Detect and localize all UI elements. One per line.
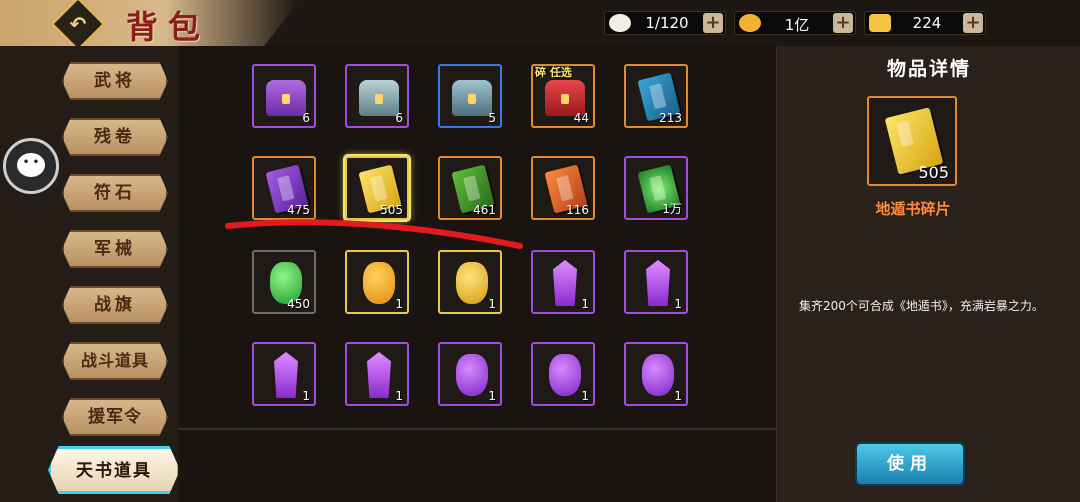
detail-item-name: 地遁书碎片 [875,200,951,218]
inventory-item[interactable]: 505 [345,156,409,220]
detail-title: 物品详情 [886,58,971,80]
item-count: 6 [302,111,310,125]
sidebar-item-celestial-items[interactable]: 天书道具 [48,446,180,494]
detail-item-icon: 505 [867,96,957,186]
add-coins-button[interactable]: + [833,13,853,33]
sidebar-item-armaments[interactable]: 军械 [62,230,168,268]
page-title: 背包 [126,8,211,46]
inventory-item[interactable]: 213 [624,64,688,128]
item-count: 461 [473,203,496,217]
inventory-item[interactable]: 1 [531,250,595,314]
inventory-item[interactable]: 1 [252,342,316,406]
resource-coins: 1亿 + [734,11,856,35]
item-count: 1 [395,389,403,403]
gold-ingot-icon [869,14,891,32]
chest-purple-icon [266,80,306,116]
item-count: 1 [581,389,589,403]
item-count: 6 [395,111,403,125]
inventory-item[interactable]: 1 [345,250,409,314]
gem-gold-icon [456,262,488,304]
chat-button[interactable]: • • [3,138,59,194]
item-count: 1 [302,389,310,403]
inventory-item[interactable]: 116 [531,156,595,220]
inventory-item[interactable]: 1 [624,250,688,314]
detail-description: 集齐200个可合成《地遁书》，充满岩暴之力。 [799,299,1044,313]
inventory-item[interactable]: 1 [345,342,409,406]
rune-violet-icon [549,354,581,396]
add-ingots-button[interactable]: + [963,13,983,33]
sidebar-item-banners[interactable]: 战旗 [62,286,168,324]
inventory-item[interactable]: 6 [345,64,409,128]
item-count: 1 [581,297,589,311]
item-count: 1万 [662,202,682,216]
item-count: 450 [287,297,310,311]
inventory-item[interactable]: 1 [438,342,502,406]
inventory-item[interactable]: 碎 任选 44 [531,64,595,128]
crystal-violet-icon [553,260,577,306]
item-tag: 碎 任选 [535,66,572,79]
crystal-violet-icon [274,352,298,398]
rune-violet-icon [642,354,674,396]
item-count: 116 [566,203,589,217]
inventory-item[interactable]: 1 [438,250,502,314]
item-count: 44 [573,111,589,125]
inventory-item[interactable]: 461 [438,156,502,220]
grid-bottom-divider [178,428,776,430]
inventory-item[interactable]: 1万 [624,156,688,220]
item-count: 1 [674,297,682,311]
item-detail-panel: 物品详情 505 地遁书碎片 集齐200个可合成《地遁书》，充满岩暴之力。 使用 [776,46,1080,502]
item-count: 213 [659,111,682,125]
inventory-item[interactable]: 475 [252,156,316,220]
crystal-violet-icon [367,352,391,398]
resource-ingots: 224 + [864,11,986,35]
crystal-violet-icon [646,260,670,306]
stamina-value: 1/120 [645,14,689,32]
sidebar-item-reinforcement[interactable]: 援军令 [62,398,168,436]
item-count: 505 [380,203,403,217]
chest-ice-icon [452,80,492,116]
add-stamina-button[interactable]: + [703,13,723,33]
coins-value: 1亿 [784,16,810,34]
chest-silver-icon [359,80,399,116]
top-bar: ↶ 背包 1/120 + 1亿 + 224 + [0,0,1080,53]
item-count: 1 [488,297,496,311]
inventory-item[interactable]: 6 [252,64,316,128]
sidebar-item-generals[interactable]: 武将 [62,62,168,100]
stamina-bun-icon [609,14,631,32]
resource-stamina: 1/120 + [604,11,726,35]
chat-dots-icon: • • [22,157,40,168]
use-button[interactable]: 使用 [855,442,965,486]
inventory-item[interactable]: 1 [531,342,595,406]
category-sidebar: • • 武将 残卷 符石 军械 战旗 战斗道具 援军令 天书道具 [0,46,180,502]
item-count: 475 [287,203,310,217]
sidebar-item-battle-items[interactable]: 战斗道具 [62,342,168,380]
detail-count: 505 [918,163,949,182]
gem-orange-icon [363,262,395,304]
ingots-value: 224 [912,14,942,32]
back-arrow-icon: ↶ [69,12,87,36]
sidebar-item-runestones[interactable]: 符石 [62,174,168,212]
coin-icon [739,14,761,32]
inventory-item[interactable]: 1 [624,342,688,406]
inventory-item[interactable]: 5 [438,64,502,128]
item-count: 1 [395,297,403,311]
item-count: 1 [674,389,682,403]
inventory-item[interactable]: 450 [252,250,316,314]
sidebar-item-fragments[interactable]: 残卷 [62,118,168,156]
item-count: 1 [488,389,496,403]
rune-violet-icon [456,354,488,396]
item-count: 5 [488,111,496,125]
